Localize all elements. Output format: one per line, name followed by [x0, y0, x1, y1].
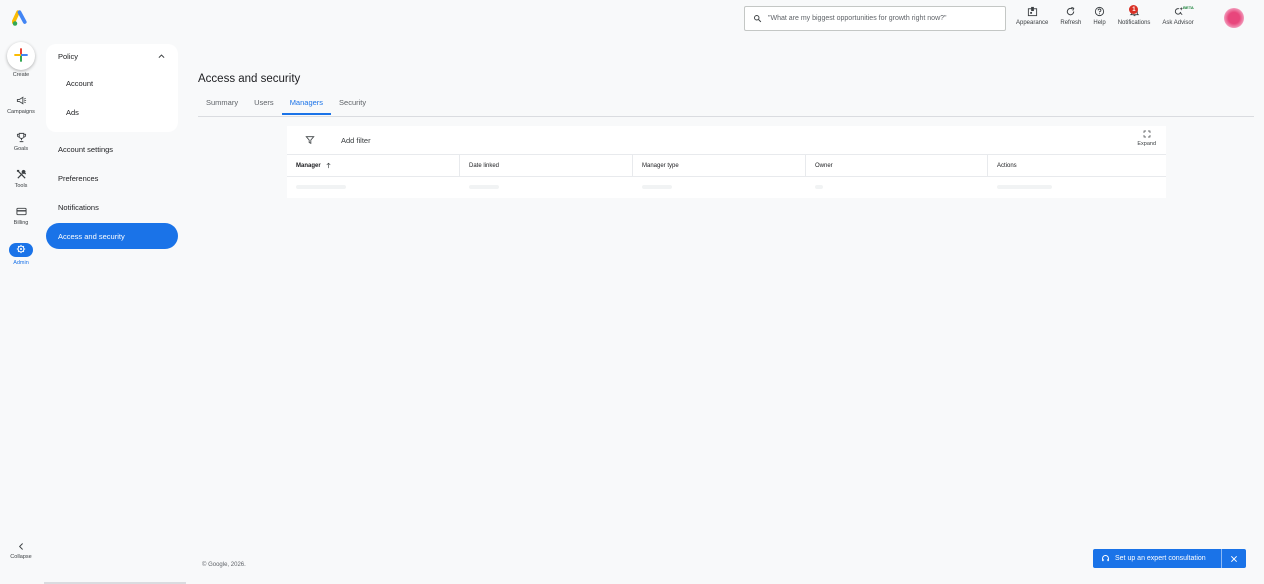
gear-icon	[16, 244, 26, 253]
rail-tools-label: Tools	[14, 183, 28, 189]
notifications-button[interactable]: 1 Notifications	[1112, 5, 1157, 32]
managers-table: Add filter Expand Manager Date linked Ma…	[287, 126, 1166, 198]
table-cell-placeholder	[988, 177, 1166, 197]
chevron-up-icon	[158, 54, 165, 58]
collapse-button[interactable]: Collapse	[4, 542, 38, 560]
column-header-manager-type[interactable]: Manager type	[633, 155, 806, 176]
rail-tools[interactable]: Tools	[0, 169, 42, 189]
ask-advisor-button[interactable]: BETA Ask Advisor	[1156, 5, 1199, 32]
collapse-label: Collapse	[10, 554, 32, 560]
table-cell-placeholder	[287, 177, 460, 197]
subnav-item-account[interactable]: Account	[46, 79, 178, 88]
rail-admin[interactable]: Admin	[0, 243, 42, 266]
table-cell-placeholder	[633, 177, 806, 197]
megaphone-icon	[16, 96, 26, 105]
rail-create[interactable]: Create	[0, 42, 42, 78]
column-label: Date linked	[469, 162, 500, 169]
beta-badge: BETA	[1183, 5, 1194, 10]
subnav-item-preferences[interactable]: Preferences	[46, 165, 178, 191]
account-avatar[interactable]	[1224, 8, 1244, 28]
expand-button[interactable]: Expand	[1137, 130, 1156, 147]
rail-billing-label: Billing	[13, 220, 29, 226]
table-cell-placeholder	[806, 177, 988, 197]
search-icon	[754, 15, 762, 23]
appearance-icon	[1027, 6, 1037, 17]
page-title: Access and security	[198, 73, 301, 85]
subnav-item-account-settings[interactable]: Account settings	[46, 136, 178, 162]
help-label: Help	[1093, 20, 1106, 26]
tab-users[interactable]: Users	[246, 98, 282, 115]
close-icon	[1230, 555, 1238, 562]
copyright: © Google, 2026.	[202, 562, 246, 568]
policy-group: Policy Account Ads	[46, 44, 178, 132]
rail-goals[interactable]: Goals	[0, 132, 42, 152]
policy-header[interactable]: Policy	[46, 44, 178, 61]
left-rail: Create Campaigns Goals Tools Billing Adm…	[0, 42, 42, 283]
column-header-actions[interactable]: Actions	[988, 155, 1166, 176]
column-label: Actions	[997, 162, 1017, 169]
google-ads-logo-icon[interactable]	[12, 10, 30, 28]
help-button[interactable]: Help	[1087, 6, 1111, 32]
close-consultation-button[interactable]	[1222, 549, 1246, 568]
search-placeholder: "What are my biggest opportunities for g…	[768, 15, 947, 22]
rail-billing[interactable]: Billing	[0, 206, 42, 226]
appearance-label: Appearance	[1016, 20, 1049, 26]
column-label: Manager type	[642, 162, 679, 169]
policy-label: Policy	[58, 52, 79, 61]
refresh-icon	[1067, 6, 1075, 16]
help-icon	[1094, 6, 1105, 17]
expert-consultation-banner: Set up an expert consultation	[1093, 549, 1246, 568]
table-header: Manager Date linked Manager type Owner A…	[287, 155, 1166, 177]
tools-icon	[16, 169, 26, 179]
table-cell-placeholder	[460, 177, 633, 197]
filter-icon[interactable]	[305, 135, 315, 145]
expand-label: Expand	[1137, 141, 1156, 147]
expand-icon	[1143, 130, 1151, 138]
add-filter-button[interactable]: Add filter	[341, 136, 371, 145]
chevron-left-icon	[18, 543, 23, 550]
filter-bar: Add filter Expand	[287, 126, 1166, 155]
tab-managers[interactable]: Managers	[281, 98, 332, 115]
table-row-loading	[287, 177, 1166, 197]
tabs-divider	[198, 116, 1254, 117]
tab-bar: Summary Users Managers Security	[198, 98, 374, 115]
subnav-item-access-and-security[interactable]: Access and security	[46, 223, 178, 249]
subnav-item-ads[interactable]: Ads	[46, 108, 178, 117]
column-label: Manager	[296, 162, 321, 169]
column-header-manager[interactable]: Manager	[287, 155, 460, 176]
column-header-owner[interactable]: Owner	[806, 155, 988, 176]
ask-advisor-label: Ask Advisor	[1162, 20, 1194, 26]
rail-goals-label: Goals	[13, 146, 29, 152]
admin-pill	[9, 243, 33, 257]
plus-icon	[14, 47, 28, 62]
search-input[interactable]: "What are my biggest opportunities for g…	[744, 6, 1006, 31]
advisor-sparkle-icon	[1174, 6, 1183, 16]
sort-ascending-icon	[326, 162, 331, 169]
refresh-label: Refresh	[1060, 20, 1082, 26]
headset-icon	[1102, 555, 1109, 562]
rail-create-label: Create	[12, 72, 30, 78]
subnav-item-notifications[interactable]: Notifications	[46, 194, 178, 220]
top-actions: Appearance Refresh Help 1 Notifications …	[1010, 5, 1200, 32]
column-label: Owner	[815, 162, 833, 169]
create-button[interactable]	[7, 42, 35, 70]
tab-summary[interactable]: Summary	[198, 98, 246, 115]
expert-consultation-label: Set up an expert consultation	[1115, 555, 1206, 562]
column-header-date-linked[interactable]: Date linked	[460, 155, 633, 176]
rail-campaigns[interactable]: Campaigns	[0, 95, 42, 115]
rail-admin-label: Admin	[13, 260, 29, 266]
refresh-button[interactable]: Refresh	[1054, 6, 1087, 32]
trophy-icon	[16, 132, 26, 143]
expert-consultation-button[interactable]: Set up an expert consultation	[1093, 549, 1222, 568]
tab-security[interactable]: Security	[331, 98, 374, 115]
credit-card-icon	[15, 207, 27, 216]
rail-campaigns-label: Campaigns	[7, 109, 35, 115]
notifications-label: Notifications	[1117, 20, 1151, 26]
appearance-button[interactable]: Appearance	[1010, 6, 1054, 32]
